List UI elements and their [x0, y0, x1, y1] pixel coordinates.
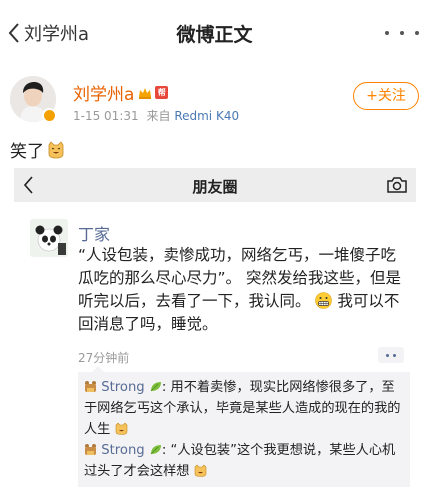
moment-time: 27分钟前: [78, 351, 130, 365]
leaf-icon: [150, 445, 161, 455]
bear-emoji-icon: [85, 444, 96, 455]
follow-button[interactable]: +关注: [353, 82, 419, 110]
page-title: 微博正文: [176, 24, 253, 46]
comment-user[interactable]: Strong: [101, 443, 144, 458]
more-dot-icon: [386, 353, 389, 357]
vip-badge: 帮: [155, 86, 169, 99]
moment-post: 丁家 “人设包装，卖惨成功，网络乞丐，一堆傻子吃瓜吃的那么尽心尽力”。 突然发给…: [14, 202, 416, 489]
grimace-emoji-icon: [315, 292, 333, 309]
more-dot-icon: [400, 31, 404, 35]
moment-more-button[interactable]: [378, 347, 404, 363]
comment-user[interactable]: Strong: [101, 380, 144, 395]
verified-badge-icon: [42, 108, 57, 123]
post-text: 笑了: [10, 142, 44, 162]
panda-avatar-icon: [30, 219, 68, 257]
comment[interactable]: Strong : 用不着卖惨，现实比网络惨很多了，至于网络乞丐这个承认，毕竟是某…: [84, 377, 404, 440]
comment[interactable]: Strong : “人设包装”这个我更想说，某些人心机过头了才会这样想: [84, 440, 404, 482]
comments-caret: [92, 366, 104, 372]
comments-box: Strong : 用不着卖惨，现实比网络惨很多了，至于网络乞丐这个承认，毕竟是某…: [78, 366, 410, 487]
post-meta: 1-15 01:31 来自 Redmi K40: [73, 107, 239, 124]
cat-laugh-emoji-icon: [115, 422, 127, 435]
top-nav: 刘学州a 微博正文: [0, 0, 429, 66]
moment-avatar: [30, 219, 68, 257]
moments-title: 朋友圈: [192, 178, 238, 196]
more-dot-icon: [393, 353, 396, 357]
post-source[interactable]: Redmi K40: [174, 109, 239, 123]
crown-icon: [139, 87, 152, 99]
moment-text: “人设包装，卖惨成功，网络乞丐，一堆傻子吃瓜吃的那么尽心尽力”。 突然发给我这些…: [78, 244, 410, 336]
chevron-left-icon: [24, 176, 33, 194]
leaf-icon: [150, 382, 161, 392]
post-time: 1-15 01:31: [73, 109, 139, 123]
more-dot-icon: [385, 31, 389, 35]
author-name[interactable]: 刘学州a: [73, 80, 134, 105]
cat-laugh-emoji-icon: [48, 140, 64, 158]
more-dot-icon: [415, 31, 419, 35]
moment-author-name[interactable]: 丁家: [78, 221, 110, 245]
back-button[interactable]: 刘学州a: [8, 20, 89, 46]
moments-header: 朋友圈: [14, 168, 416, 202]
cat-laugh-emoji-icon: [194, 464, 207, 477]
source-prefix: 来自: [146, 109, 171, 123]
more-options-button[interactable]: [385, 22, 419, 44]
bear-emoji-icon: [85, 381, 96, 392]
chevron-left-icon: [8, 23, 19, 43]
author-row: 刘学州a 帮 1-15 01:31 来自 Redmi K40 +关注: [10, 76, 419, 132]
embedded-screenshot[interactable]: 朋友圈 丁家 “人设包装，卖惨成功，网络乞丐，一堆傻子吃瓜吃的那么尽心尽力”。 …: [14, 168, 416, 489]
back-label: 刘学州a: [24, 24, 90, 45]
post-content: 笑了: [10, 137, 65, 162]
camera-icon: [387, 177, 407, 193]
